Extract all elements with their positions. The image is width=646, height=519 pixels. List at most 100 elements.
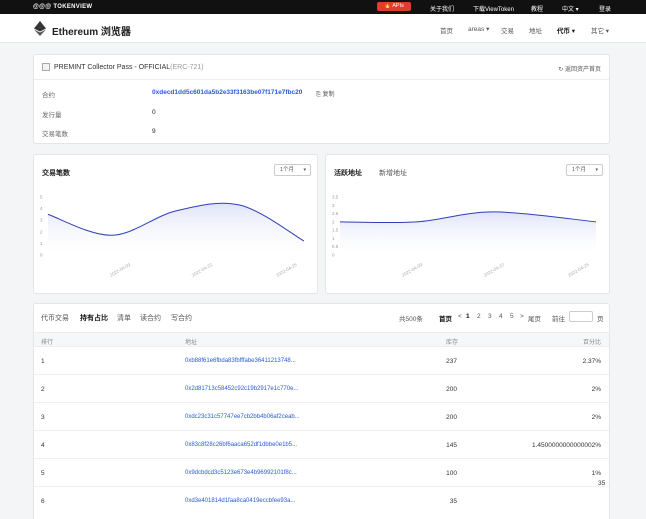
top-brand[interactable]: @@@ TOKENVIEW (33, 4, 92, 10)
x-tick-label: 2022-04-25 (275, 262, 298, 278)
row-rank: 4 (41, 442, 45, 449)
row-address-link[interactable]: 0x2d81713c58452c92c19b2917e1c770e... (185, 386, 298, 392)
tab-holders[interactable]: 持有占比 (80, 313, 108, 323)
nav-home[interactable]: 首页 (440, 25, 453, 35)
supply-label: 发行量 (42, 112, 62, 119)
download-link[interactable]: 下载ViewToken (473, 4, 514, 13)
y-tick-label: 1 (332, 236, 335, 241)
table-row: 6 0xd3e401814d1faa8ca0419eccbfee93a... 3… (34, 487, 609, 515)
y-tick-label: 3 (332, 203, 335, 208)
supply-value: 0 (152, 109, 156, 116)
nav-tokens[interactable]: 代币 ▾ (557, 25, 575, 35)
row-rank: 6 (41, 498, 45, 505)
row-address-link[interactable]: 0x83c8f28c26bf6aaca652df1dbbe0e1b5... (185, 442, 297, 448)
row-rank: 3 (41, 414, 45, 421)
y-tick-label: 3.5 (332, 195, 339, 200)
token-image-icon (42, 63, 50, 71)
header-percent: 百分比 (582, 340, 601, 346)
pager-page-2[interactable]: 2 (477, 313, 481, 320)
contract-address-link[interactable]: 0xdecd1dd5c601da5b2e33f3163be07f171e7fbc… (152, 89, 302, 96)
y-tick-label: 4 (40, 206, 43, 211)
total-count: 共500条 (399, 316, 423, 323)
tab-write-contract[interactable]: 写合约 (171, 313, 192, 323)
y-tick-label: 1 (40, 241, 43, 246)
y-tick-label: 2 (40, 229, 43, 234)
tab-inventory[interactable]: 清单 (117, 313, 131, 323)
header-rank: 排行 (41, 340, 54, 346)
language-select[interactable]: 中文 ▾ (562, 4, 579, 13)
goto-page-input[interactable] (569, 311, 593, 322)
login-link[interactable]: 登录 (599, 4, 611, 13)
nav-other[interactable]: 其它 ▾ (591, 25, 609, 35)
x-tick-label: 2022-04-09 (401, 262, 424, 278)
holders-card: 代币交易 持有占比 清单 读合约 写合约 共500条 首页 < 1 2 3 4 … (33, 303, 610, 519)
y-tick-label: 0.5 (332, 244, 339, 249)
row-address-link[interactable]: 0xb88f61e6fbda83fbfffabe36411213748... (185, 358, 296, 364)
ethereum-icon[interactable] (33, 21, 47, 36)
table-row: 4 0x83c8f28c26bf6aaca652df1dbbe0e1b5... … (34, 431, 609, 459)
nav-blocks[interactable]: areas ▾ (468, 25, 489, 33)
copy-label: 复制 (322, 92, 335, 98)
copy-button[interactable]: ⎘ 复制 (316, 89, 334, 99)
row-rank: 1 (41, 358, 45, 365)
table-row: 1 0xb88f61e6fbda83fbfffabe36411213748...… (34, 347, 609, 375)
pager-next[interactable]: > (520, 313, 524, 320)
nav-transactions[interactable]: 交易 (501, 25, 514, 35)
row-rank: 2 (41, 386, 45, 393)
header-address: 地址 (185, 340, 198, 346)
y-tick-label: 5 (40, 195, 43, 200)
back-to-assets-link[interactable]: ↻ 返回资产首页 (558, 64, 601, 73)
pager-prev[interactable]: < (458, 313, 462, 320)
nav-addresses[interactable]: 地址 (529, 25, 542, 35)
pager-first[interactable]: 首页 (439, 313, 452, 323)
x-tick-label: 2022-04-22 (191, 262, 214, 278)
y-tick-label: 3 (40, 218, 43, 223)
pager-page-5[interactable]: 5 (510, 313, 514, 320)
apis-button[interactable]: 🔥 APIs (377, 2, 411, 11)
tab-read-contract[interactable]: 读合约 (140, 313, 161, 323)
tx-count-value: 9 (152, 128, 156, 135)
row-address-link[interactable]: 0xdc23c31c57747ee7cb2bb4b06af2ceab... (185, 414, 300, 420)
overflow-stock-value: 35 (598, 480, 606, 487)
token-standard: (ERC-721) (170, 64, 204, 71)
about-link[interactable]: 关于我们 (430, 4, 454, 13)
area-fill (340, 211, 596, 255)
row-percent: 2.37% (582, 358, 601, 365)
apis-label: APIs (392, 3, 404, 9)
y-tick-label: 2.5 (332, 211, 339, 216)
pager-page-3[interactable]: 3 (488, 313, 492, 320)
row-address-link[interactable]: 0xd3e401814d1faa8ca0419eccbfee93a... (185, 498, 295, 504)
x-tick-label: 2022-04-25 (567, 262, 590, 278)
row-address-link[interactable]: 0x9dcbdcd3c5123e673e4b96992101f8c... (185, 470, 297, 476)
pager-last[interactable]: 尾页 (528, 313, 541, 323)
row-stock: 200 (446, 414, 457, 421)
pager-page-1[interactable]: 1 (466, 313, 470, 320)
row-percent: 1.4500000000000002% (531, 442, 601, 449)
x-tick-label: 2022-04-09 (109, 262, 132, 278)
tab-token-transfers[interactable]: 代币交易 (41, 313, 69, 323)
tx-chart-card: 交易笔数 1个月 ▾ 0 1 2 3 4 5 2022-04-09 2022-04-22 2022… (33, 154, 318, 294)
row-stock: 237 (446, 358, 457, 365)
token-name: PREMINT Collector Pass - OFFICIAL(ERC-72… (54, 64, 204, 71)
top-bar: @@@ TOKENVIEW 🔥 APIs 关于我们 下载ViewToken 教程… (0, 0, 646, 14)
row-percent: 2% (591, 414, 601, 421)
y-tick-label: 1.5 (332, 228, 339, 233)
tx-count-label: 交易笔数 (42, 131, 68, 138)
main-navbar: Ethereum 浏览器 首页 areas ▾ 交易 地址 代币 ▾ 其它 ▾ (0, 14, 646, 43)
site-title[interactable]: Ethereum 浏览器 (52, 23, 131, 38)
tutorial-link[interactable]: 教程 (531, 4, 543, 13)
y-tick-label: 0 (40, 253, 43, 258)
holders-tabs: 代币交易 持有占比 清单 读合约 写合约 共500条 首页 < 1 2 3 4 … (34, 304, 609, 330)
token-info-card: PREMINT Collector Pass - OFFICIAL(ERC-72… (33, 54, 610, 144)
y-tick-label: 0 (332, 253, 335, 258)
pager-page-4[interactable]: 4 (499, 313, 503, 320)
row-percent: 2% (591, 386, 601, 393)
table-row: 5 0x9dcbdcd3c5123e673e4b96992101f8c... 1… (34, 459, 609, 487)
contract-label: 合约 (42, 92, 55, 99)
tx-chart: 0 1 2 3 4 5 2022-04-09 2022-04-22 2022-04-25 (40, 195, 305, 278)
row-stock: 35 (449, 498, 457, 505)
token-name-text: PREMINT Collector Pass - OFFICIAL (54, 64, 171, 71)
address-chart-card: 活跃地址 新增地址 1个月 ▾ 0 0.5 1 1.5 2 2.5 3 3.5 2022-04-0… (325, 154, 610, 294)
address-chart: 0 0.5 1 1.5 2 2.5 3 3.5 2022-04-09 2022-04-22 2022… (332, 195, 597, 278)
back-label: 返回资产首页 (564, 67, 601, 73)
